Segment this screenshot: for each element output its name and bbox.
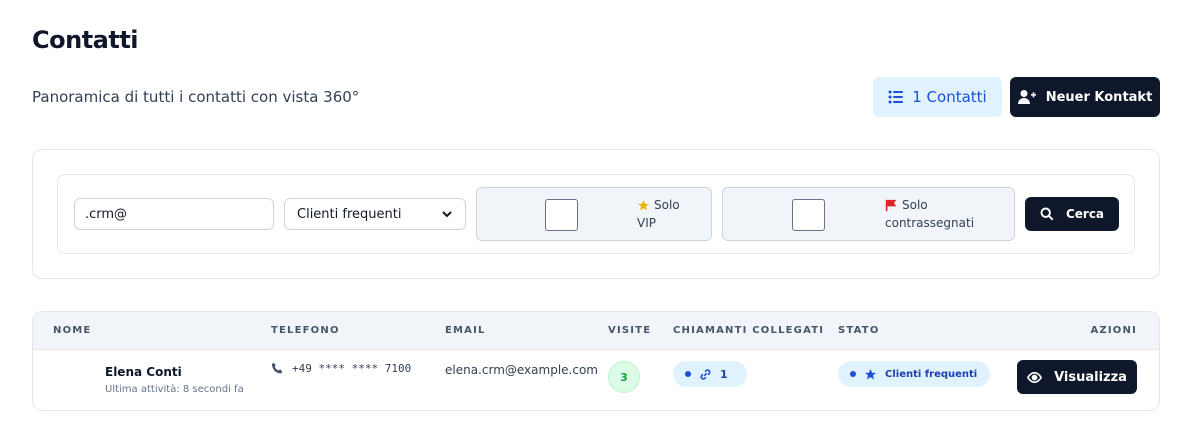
star-icon: [638, 199, 649, 210]
status-label: Clienti frequenti: [885, 368, 978, 380]
chevron-down-icon: [442, 211, 452, 218]
contact-last-activity: Ultima attività: 8 secondi fa: [105, 384, 244, 395]
vip-label-line1: Solo: [654, 198, 680, 212]
phone-icon: [271, 362, 283, 374]
search-button[interactable]: Cerca: [1025, 197, 1119, 231]
contact-phone-value: +49 **** **** 7100: [292, 362, 412, 375]
list-icon: [888, 90, 904, 104]
dot-icon: [850, 371, 856, 377]
flagged-label-line1: Solo: [902, 198, 928, 212]
search-input[interactable]: [74, 198, 274, 230]
contact-name: Elena Conti: [105, 365, 182, 379]
segment-select-value: Clienti frequenti: [297, 206, 402, 222]
contacts-count-badge: 1 Contatti: [873, 77, 1002, 117]
filter-bar: Clienti frequenti Solo VIP Solo contrass…: [57, 174, 1135, 254]
contact-email: elena.crm@example.com: [445, 363, 598, 377]
contacts-count-label: 1 Contatti: [912, 88, 987, 106]
status-badge: Clienti frequenti: [838, 361, 990, 387]
flag-icon: [885, 199, 897, 211]
link-icon: [700, 368, 711, 380]
flagged-checkbox[interactable]: [792, 199, 825, 231]
add-user-icon: [1017, 90, 1036, 104]
column-header-name: NOME: [53, 325, 92, 336]
column-header-linked-callers: CHIAMANTI COLLEGATI: [673, 325, 825, 336]
column-header-visits: VISITE: [608, 325, 652, 336]
filter-card: Clienti frequenti Solo VIP Solo contrass…: [32, 149, 1160, 279]
vip-filter-toggle[interactable]: Solo VIP: [476, 187, 712, 241]
view-button-label: Visualizza: [1054, 369, 1127, 385]
linked-callers-badge: 1: [673, 361, 747, 387]
view-button[interactable]: Visualizza: [1017, 360, 1137, 394]
page-title: Contatti: [32, 26, 139, 54]
table-header: NOME TELEFONO EMAIL VISITE CHIAMANTI COL…: [33, 312, 1159, 350]
segment-select[interactable]: Clienti frequenti: [284, 198, 466, 230]
page-subtitle: Panoramica di tutti i contatti con vista…: [32, 88, 360, 106]
star-icon: [865, 368, 876, 379]
flagged-filter-toggle[interactable]: Solo contrassegnati: [722, 187, 1015, 241]
vip-label-line2: VIP: [637, 216, 656, 230]
eye-icon: [1027, 371, 1043, 383]
flagged-label-line2: contrassegnati: [885, 216, 975, 230]
column-header-status: STATO: [838, 325, 880, 336]
dot-icon: [685, 371, 691, 377]
column-header-email: EMAIL: [445, 325, 486, 336]
search-button-label: Cerca: [1065, 207, 1105, 221]
new-contact-label: Neuer Kontakt: [1045, 89, 1153, 105]
linked-callers-count: 1: [720, 367, 728, 381]
column-header-phone: TELEFONO: [271, 325, 340, 336]
search-icon: [1040, 207, 1054, 221]
flagged-filter-label: Solo contrassegnati: [885, 196, 974, 232]
new-contact-button[interactable]: Neuer Kontakt: [1010, 77, 1160, 117]
contacts-table: NOME TELEFONO EMAIL VISITE CHIAMANTI COL…: [32, 311, 1160, 411]
column-header-actions: AZIONI: [1090, 325, 1137, 336]
vip-checkbox[interactable]: [545, 199, 578, 231]
visits-badge: 3: [608, 361, 640, 393]
contact-phone: +49 **** **** 7100: [271, 362, 411, 375]
vip-filter-label: Solo VIP: [637, 196, 680, 232]
